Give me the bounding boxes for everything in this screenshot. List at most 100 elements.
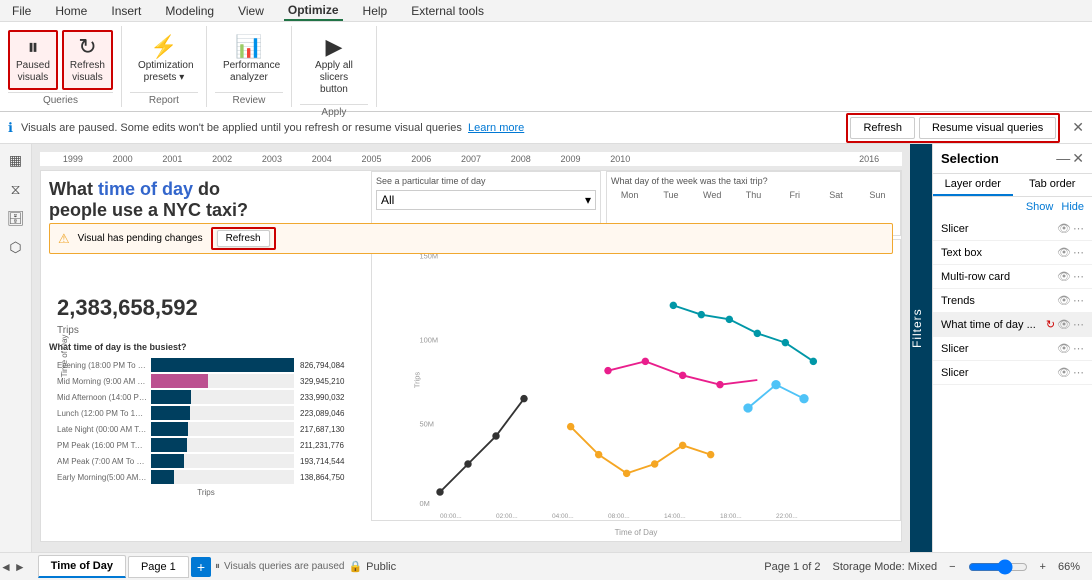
bar-fill-4 — [151, 422, 188, 436]
selection-item-label-6: Slicer — [941, 367, 1053, 379]
report-group-label: Report — [130, 92, 198, 106]
prev-page-arrow[interactable]: ◄ — [0, 560, 12, 574]
dow-wed[interactable]: Wed — [694, 190, 731, 200]
close-panel-icon[interactable]: ✕ — [1072, 150, 1084, 167]
eye-icon-0[interactable]: 👁 — [1057, 222, 1071, 235]
more-icon-6[interactable]: ⋯ — [1073, 366, 1084, 379]
show-label[interactable]: Show — [1026, 201, 1054, 213]
bar-chart-icon[interactable]: ▦ — [2, 148, 30, 173]
apply-all-slicers-button[interactable]: ▶ Apply all slicersbutton — [300, 30, 368, 102]
selection-item-icons-4: ↻ 👁 ⋯ — [1046, 318, 1084, 331]
timeline-year-2006: 2006 — [396, 154, 446, 164]
menu-help[interactable]: Help — [359, 2, 392, 20]
svg-text:04:00...: 04:00... — [552, 513, 574, 520]
more-icon-3[interactable]: ⋯ — [1073, 294, 1084, 307]
selection-item-multirow[interactable]: Multi-row card 👁 ⋯ — [933, 265, 1092, 289]
menu-home[interactable]: Home — [51, 2, 91, 20]
bar-row-earlymorning: Early Morning(5:00 AM To 6:59 AM) 138,86… — [57, 470, 355, 484]
eye-icon-3[interactable]: 👁 — [1057, 294, 1071, 307]
tab-tab-order[interactable]: Tab order — [1013, 174, 1092, 196]
selection-item-slicer3[interactable]: Slicer 👁 ⋯ — [933, 361, 1092, 385]
bar-value-0: 826,794,084 — [300, 361, 355, 370]
paused-visuals-button[interactable]: ⏸ Pausedvisuals — [8, 30, 58, 90]
pending-refresh-button[interactable]: Refresh — [217, 230, 270, 247]
eye-icon-2[interactable]: 👁 — [1057, 270, 1071, 283]
dow-tue[interactable]: Tue — [652, 190, 689, 200]
model-icon[interactable]: ⬡ — [2, 235, 30, 260]
eye-icon-1[interactable]: 👁 — [1057, 246, 1071, 259]
tab-time-of-day[interactable]: Time of Day — [38, 555, 126, 578]
zoom-plus-icon[interactable]: + — [1040, 561, 1046, 573]
menu-view[interactable]: View — [234, 2, 268, 20]
more-icon-1[interactable]: ⋯ — [1073, 246, 1084, 259]
timeline[interactable]: 1999 2000 2001 2002 2003 2004 2005 2006 … — [40, 152, 902, 166]
tab-page-1[interactable]: Page 1 — [128, 556, 189, 578]
bar-row-ampeak: AM Peak (7:00 AM To 8:59 AM) 193,714,544 — [57, 454, 355, 468]
learn-more-link[interactable]: Learn more — [468, 122, 524, 134]
zoom-level: 66% — [1058, 561, 1080, 573]
timeline-year-2004: 2004 — [297, 154, 347, 164]
zoom-slider[interactable] — [968, 559, 1028, 575]
more-icon-5[interactable]: ⋯ — [1073, 342, 1084, 355]
performance-analyzer-button[interactable]: 📊 Performanceanalyzer — [215, 30, 283, 90]
refresh-visuals-button[interactable]: ↻ Refreshvisuals — [62, 30, 113, 90]
optimization-presets-button[interactable]: ⚡ Optimizationpresets ▾ — [130, 30, 198, 90]
funnel-icon[interactable]: ⧖ — [2, 177, 30, 202]
dow-sat[interactable]: Sat — [817, 190, 854, 200]
selection-item-whattime[interactable]: What time of day ... ↻ 👁 ⋯ — [933, 313, 1092, 337]
paused-visuals-label: Pausedvisuals — [16, 60, 50, 84]
menu-external-tools[interactable]: External tools — [407, 2, 488, 20]
notification-message: Visuals are paused. Some edits won't be … — [21, 122, 462, 134]
filters-label: Filters — [910, 308, 924, 348]
dow-mon[interactable]: Mon — [611, 190, 648, 200]
more-icon-4[interactable]: ⋯ — [1073, 318, 1084, 331]
show-hide-controls: Show Hide — [933, 197, 1092, 217]
bar-value-1: 329,945,210 — [300, 377, 355, 386]
left-sidebar: ▦ ⧖ 🗄 ⬡ — [0, 144, 32, 552]
close-notification-button[interactable]: ✕ — [1072, 119, 1084, 136]
data-icon[interactable]: 🗄 — [2, 206, 30, 231]
add-page-button[interactable]: + — [191, 557, 211, 577]
minimize-icon[interactable]: — — [1056, 150, 1070, 167]
bar-fill-6 — [151, 454, 184, 468]
slicer-dropdown[interactable]: All ▾ — [376, 190, 596, 210]
eye-icon-5[interactable]: 👁 — [1057, 342, 1071, 355]
bar-row-midafternoon: Mid Afternoon (14:00 PM To 15:59 PM) 233… — [57, 390, 355, 404]
pending-bar: ⚠ Visual has pending changes Refresh — [49, 223, 893, 254]
dow-sun[interactable]: Sun — [859, 190, 896, 200]
menu-insert[interactable]: Insert — [107, 2, 145, 20]
eye-icon-6[interactable]: 👁 — [1057, 366, 1071, 379]
resume-visual-queries-button[interactable]: Resume visual queries — [919, 117, 1056, 139]
more-icon-0[interactable]: ⋯ — [1073, 222, 1084, 235]
title-highlight: time of day — [98, 179, 193, 199]
refresh-button[interactable]: Refresh — [850, 117, 915, 139]
eye-icon-4[interactable]: 👁 — [1057, 318, 1071, 331]
more-icon-2[interactable]: ⋯ — [1073, 270, 1084, 283]
filters-strip[interactable]: Filters — [910, 144, 932, 552]
bar-label-5: PM Peak (16:00 PM To 17:59 PM) — [57, 441, 147, 450]
hide-label[interactable]: Hide — [1061, 201, 1084, 213]
selection-panel-controls: — ✕ — [1056, 150, 1084, 167]
bar-value-4: 217,687,130 — [300, 425, 355, 434]
dow-thu[interactable]: Thu — [735, 190, 772, 200]
menu-modeling[interactable]: Modeling — [161, 2, 218, 20]
zoom-minus-icon[interactable]: − — [949, 561, 955, 573]
tab-layer-order[interactable]: Layer order — [933, 174, 1013, 196]
menu-file[interactable]: File — [8, 2, 35, 20]
selection-item-slicer2[interactable]: Slicer 👁 ⋯ — [933, 337, 1092, 361]
selection-item-trends[interactable]: Trends 👁 ⋯ — [933, 289, 1092, 313]
menu-optimize[interactable]: Optimize — [284, 1, 343, 21]
ribbon: ⏸ Pausedvisuals ↻ Refreshvisuals Queries… — [0, 22, 1092, 112]
bar-track-6 — [151, 454, 294, 468]
apply-all-label: Apply all slicersbutton — [308, 60, 360, 96]
bar-value-7: 138,864,750 — [300, 473, 355, 482]
canvas-area: 1999 2000 2001 2002 2003 2004 2005 2006 … — [32, 144, 910, 552]
next-page-arrow[interactable]: ► — [14, 560, 26, 574]
svg-text:0M: 0M — [419, 499, 429, 508]
dow-fri[interactable]: Fri — [776, 190, 813, 200]
selection-item-textbox[interactable]: Text box 👁 ⋯ — [933, 241, 1092, 265]
queries-group-label: Queries — [8, 92, 113, 106]
selection-item-slicer1[interactable]: Slicer 👁 ⋯ — [933, 217, 1092, 241]
slicer-label: See a particular time of day — [376, 176, 596, 186]
refresh-item-icon-4[interactable]: ↻ — [1046, 318, 1055, 331]
